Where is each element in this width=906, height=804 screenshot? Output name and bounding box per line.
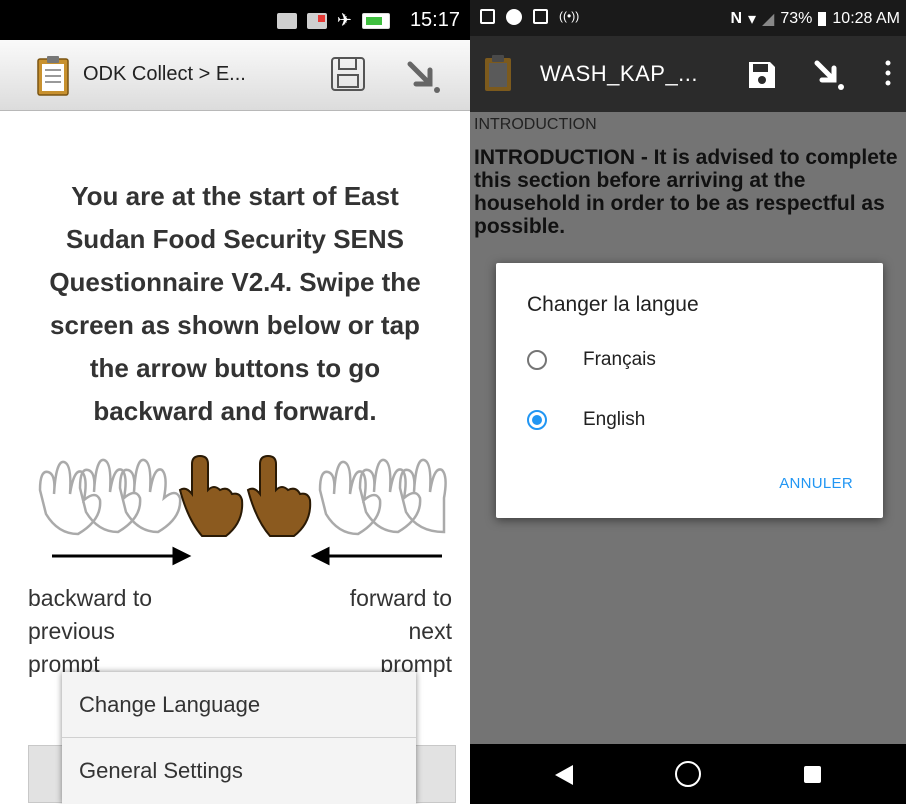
swipe-gesture-illustration [38, 454, 447, 566]
toolbar: WASH_KAP_... [470, 36, 906, 112]
home-icon[interactable] [675, 761, 701, 787]
save-icon[interactable] [328, 54, 368, 94]
clipboard-icon [37, 56, 69, 96]
back-icon[interactable] [555, 765, 573, 785]
menu-item-change-language[interactable]: Change Language [62, 672, 416, 738]
dialog-title: Changer la langue [527, 293, 699, 316]
left-screen: ✈ 15:17 ODK Collect > E... You are at th… [0, 0, 470, 804]
save-icon[interactable] [747, 60, 777, 90]
mute-icon [276, 12, 297, 29]
jump-icon[interactable] [812, 58, 848, 92]
option-label: Français [583, 349, 656, 370]
notification-icon [306, 12, 327, 29]
question-text: INTRODUCTION - It is advised to complete… [474, 146, 898, 238]
backward-hint: backward to previous prompt [28, 585, 153, 677]
wifi-icon: ▾ [748, 11, 757, 28]
more-vert-icon[interactable] [884, 58, 892, 88]
radio-unchecked-icon[interactable] [527, 350, 547, 370]
menu-item-general-settings[interactable]: General Settings [62, 738, 416, 804]
battery-percent: 73% [780, 10, 813, 27]
hotspot-icon: ((•)) [559, 9, 580, 23]
language-dialog: Changer la langue Français English ANNUL… [496, 263, 883, 518]
status-bar: ✈ 15:17 [0, 0, 470, 40]
status-time: 10:28 AM [832, 10, 900, 27]
status-time: 15:17 [409, 9, 460, 31]
signal-icon: ◢ [762, 11, 775, 28]
jump-icon[interactable] [404, 56, 444, 96]
intro-message: You are at the start of East Sudan Food … [49, 181, 421, 426]
airplane-icon: ✈ [336, 10, 352, 30]
battery-icon [818, 12, 827, 26]
nfc-icon: N [730, 10, 743, 27]
clipboard-icon [485, 55, 511, 91]
toolbar-title: WASH_KAP_... [540, 61, 699, 86]
download-icon [480, 9, 495, 24]
cancel-button[interactable]: ANNULER [779, 475, 853, 492]
option-francais[interactable]: Français [527, 349, 656, 371]
status-bar: ((•)) N ▾ ◢ 73% 10:28 AM [470, 0, 906, 36]
section-label: INTRODUCTION [474, 116, 597, 133]
info-icon [506, 9, 522, 25]
recents-icon[interactable] [804, 766, 821, 783]
toolbar: ODK Collect > E... [0, 40, 470, 111]
system-nav-bar [470, 744, 906, 804]
forward-hint: forward to next prompt [349, 585, 452, 677]
option-label: English [583, 409, 646, 430]
image-icon [533, 9, 548, 24]
option-english[interactable]: English [527, 409, 645, 431]
right-screen: ((•)) N ▾ ◢ 73% 10:28 AM WASH_KAP_... IN… [470, 0, 906, 804]
options-menu: Change Language General Settings [62, 672, 416, 804]
radio-checked-icon[interactable] [527, 410, 547, 430]
battery-icon [362, 12, 390, 29]
toolbar-title: ODK Collect > E... [83, 63, 246, 85]
